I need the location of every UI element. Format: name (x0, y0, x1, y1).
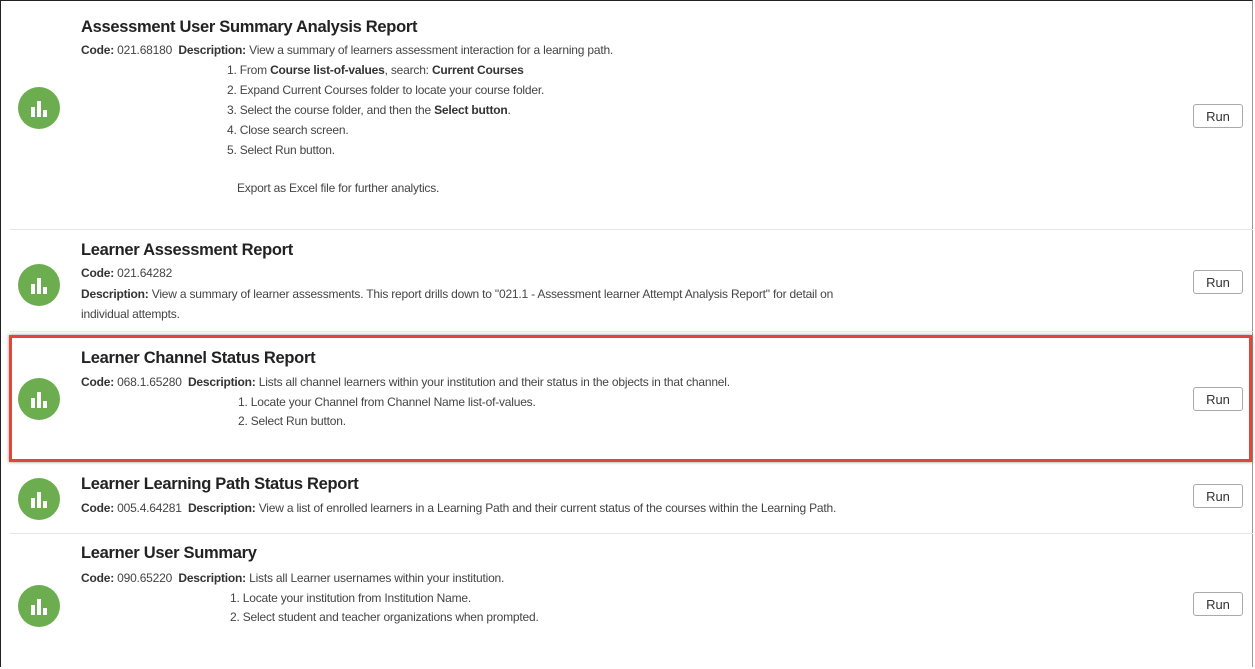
run-button[interactable]: Run (1193, 104, 1243, 128)
description-label: Description: (81, 287, 149, 301)
report-code: 021.64282 (117, 266, 173, 280)
report-row-learner-user-summary: Learner User Summary Code: 090.65220 Des… (10, 534, 1253, 664)
report-title: Assessment User Summary Analysis Report (81, 18, 418, 36)
report-description: View a list of enrolled learners in a Le… (258, 501, 837, 515)
bar-chart-icon (18, 378, 60, 420)
report-description: View a summary of learners assessment in… (249, 43, 614, 57)
report-description-line: Description: View a summary of learner a… (81, 287, 833, 301)
report-description: Lists all channel learners within your i… (258, 375, 730, 389)
run-button[interactable]: Run (1193, 387, 1243, 411)
report-code-desc: Code: 021.68180 Description: View a summ… (81, 43, 613, 57)
report-title: Learner Assessment Report (81, 241, 293, 259)
report-code: 021.68180 (117, 43, 173, 57)
code-label: Code: (81, 501, 114, 515)
instruction-step: 2. Select student and teacher organizati… (230, 610, 539, 624)
report-code: 068.1.65280 (117, 375, 182, 389)
report-code-desc: Code: 005.4.64281 Description: View a li… (81, 501, 836, 515)
code-label: Code: (81, 571, 114, 585)
report-description: Lists all Learner usernames within your … (249, 571, 505, 585)
export-note: Export as Excel file for further analyti… (237, 181, 440, 195)
report-row-learner-channel-status: Learner Channel Status Report Code: 068.… (10, 338, 1253, 459)
report-row-learner-assessment: Learner Assessment Report Code: 021.6428… (10, 230, 1253, 332)
code-label: Code: (81, 43, 114, 57)
instruction-step: 2. Select Run button. (238, 414, 346, 428)
description-label: Description: (187, 375, 256, 389)
report-code-desc: Code: 090.65220 Description: Lists all L… (81, 571, 504, 585)
instruction-step: 5. Select Run button. (227, 143, 335, 157)
run-button[interactable]: Run (1193, 484, 1243, 508)
report-title: Learner Channel Status Report (81, 349, 316, 367)
instruction-step: 2. Expand Current Courses folder to loca… (227, 83, 545, 97)
report-row-assessment-user-summary: Assessment User Summary Analysis Report … (10, 10, 1253, 230)
report-description-cont: individual attempts. (81, 307, 180, 321)
bar-chart-icon (18, 585, 60, 627)
report-row-learning-path-status: Learner Learning Path Status Report Code… (10, 465, 1253, 534)
code-label: Code: (81, 375, 114, 389)
instruction-step: 4. Close search screen. (227, 123, 349, 137)
instruction-step: 1. Locate your Channel from Channel Name… (238, 395, 536, 409)
code-label: Code: (81, 266, 114, 280)
report-code: 090.65220 (117, 571, 173, 585)
run-button[interactable]: Run (1193, 270, 1243, 294)
instruction-step: 3. Select the course folder, and then th… (227, 103, 511, 117)
bar-chart-icon (18, 478, 60, 520)
report-title: Learner User Summary (81, 544, 257, 562)
bar-chart-icon (18, 87, 60, 129)
instruction-step: 1. From Course list-of-values, search: C… (227, 63, 524, 77)
report-code-line: Code: 021.64282 (81, 266, 172, 280)
report-title: Learner Learning Path Status Report (81, 475, 359, 493)
description-label: Description: (187, 501, 256, 515)
bar-chart-icon (18, 264, 60, 306)
run-button[interactable]: Run (1193, 592, 1243, 616)
report-description: View a summary of learner assessments. T… (151, 287, 834, 301)
description-label: Description: (178, 43, 246, 57)
instruction-step: 1. Locate your institution from Institut… (230, 591, 471, 605)
description-label: Description: (178, 571, 246, 585)
report-code: 005.4.64281 (117, 501, 182, 515)
report-code-desc: Code: 068.1.65280 Description: Lists all… (81, 375, 730, 389)
